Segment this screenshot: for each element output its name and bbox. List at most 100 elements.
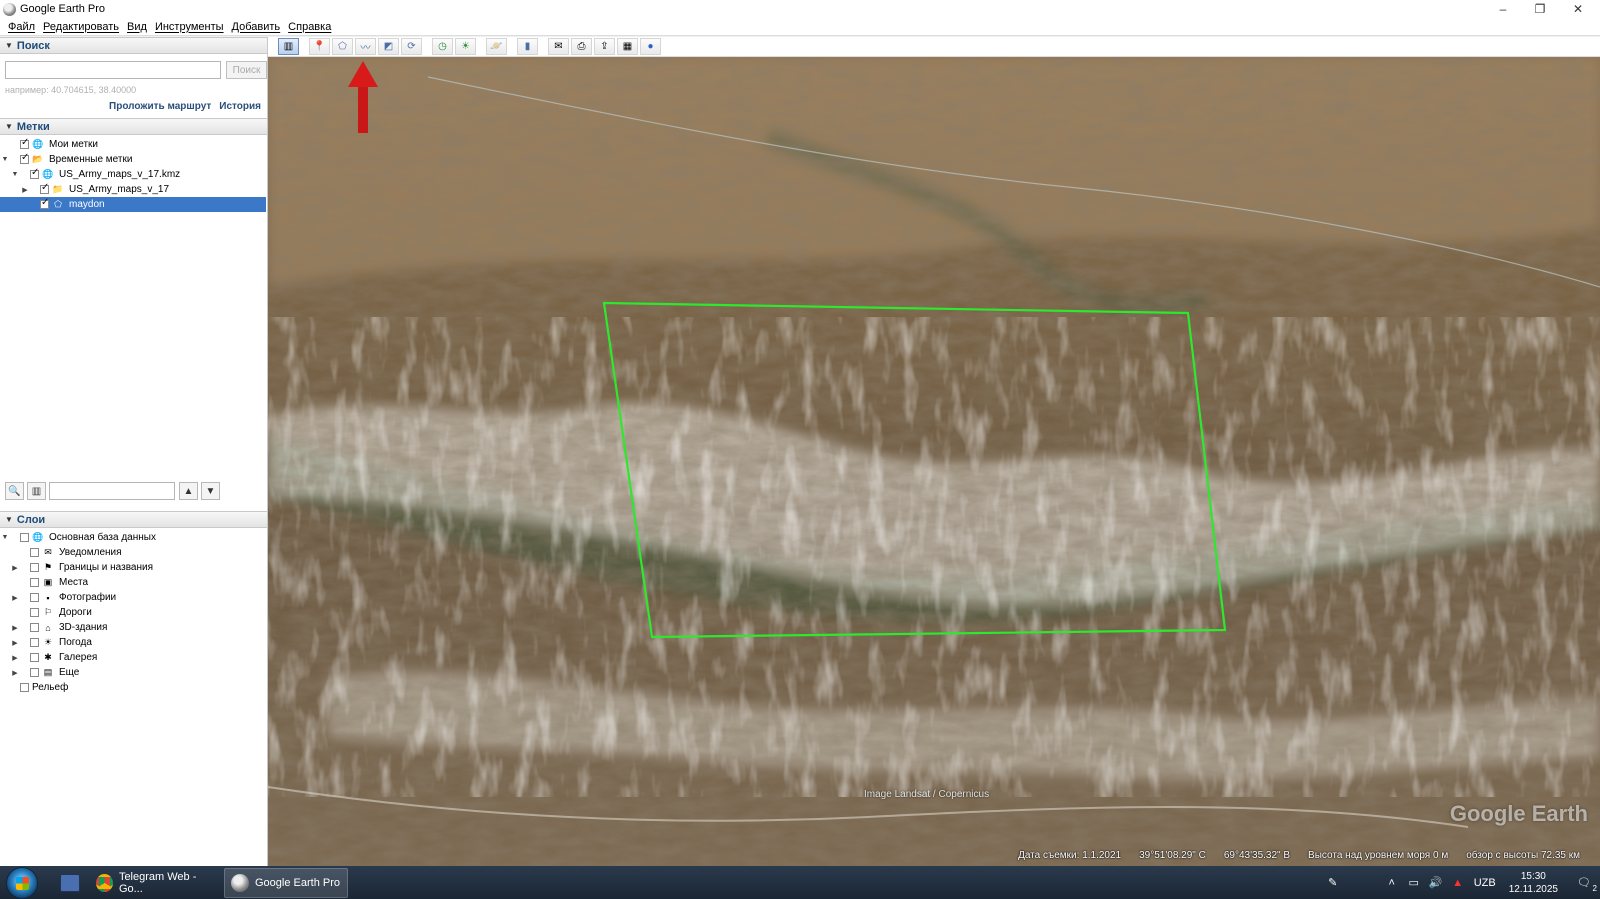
- placemark-button[interactable]: 📍: [309, 38, 330, 55]
- tree-item-kmz[interactable]: ▼ 🌐 US_Army_maps_v_17.kmz: [10, 167, 181, 182]
- checkbox[interactable]: [30, 668, 39, 677]
- save-image-button[interactable]: ⇪: [594, 38, 615, 55]
- ruler-button[interactable]: ▮: [517, 38, 538, 55]
- expand-icon[interactable]: ▶: [10, 639, 20, 647]
- route-link[interactable]: Проложить маршрут: [109, 101, 211, 112]
- taskbar-app-google-earth[interactable]: Google Earth Pro: [224, 867, 348, 898]
- clock-time: 15:30: [1520, 870, 1546, 882]
- checkbox[interactable]: [20, 152, 29, 164]
- network-icon[interactable]: ▭: [1406, 876, 1422, 889]
- checkbox[interactable]: [30, 578, 39, 587]
- checkbox[interactable]: [40, 197, 49, 209]
- checkbox[interactable]: [30, 638, 39, 647]
- file-manager-button[interactable]: [54, 868, 86, 898]
- layers-panel-header[interactable]: ▼ Слои: [0, 511, 267, 528]
- layer-primary-database[interactable]: ▼ 🌐 Основная база данных: [0, 530, 156, 545]
- checkbox[interactable]: [20, 683, 29, 692]
- checkbox[interactable]: [40, 182, 49, 194]
- menu-edit[interactable]: Редактировать: [39, 21, 123, 33]
- expand-icon[interactable]: ▶: [10, 564, 20, 572]
- polygon-icon: ⬠: [54, 199, 62, 209]
- restore-button[interactable]: ❐: [1522, 0, 1558, 18]
- layer-roads[interactable]: ⚐ Дороги: [10, 605, 92, 620]
- checkbox[interactable]: [20, 137, 29, 149]
- layer-terrain[interactable]: Рельеф: [10, 680, 68, 695]
- layer-weather[interactable]: ▶ ☀ Погода: [10, 635, 92, 650]
- search-input[interactable]: [5, 61, 221, 79]
- clock[interactable]: 15:30 12.11.2025: [1509, 870, 1558, 896]
- search-icon[interactable]: 🔍: [5, 482, 24, 500]
- expand-icon[interactable]: ▶: [10, 594, 20, 602]
- chevron-up-icon[interactable]: ˄: [1384, 877, 1400, 889]
- layer-places[interactable]: ▣ Места: [10, 575, 88, 590]
- map-status-bar: Дата съемки: 1.1.2021 39°51'08.29" С 69°…: [268, 845, 1600, 865]
- panel-toggle-icon[interactable]: ▥: [27, 482, 46, 500]
- checkbox[interactable]: [30, 593, 39, 602]
- expand-icon[interactable]: ▶: [10, 669, 20, 677]
- expand-icon[interactable]: ▼: [0, 156, 10, 163]
- search-panel-header[interactable]: ▼ Поиск: [0, 37, 267, 54]
- sunlight-button[interactable]: ☀: [455, 38, 476, 55]
- polygon-button[interactable]: ⬠: [332, 38, 353, 55]
- notifications-icon[interactable]: 🗨 2: [1571, 876, 1597, 893]
- menu-add[interactable]: Добавить: [228, 21, 285, 33]
- arrow-down-icon[interactable]: ▼: [201, 482, 220, 500]
- checkbox[interactable]: [20, 533, 29, 542]
- history-link[interactable]: История: [219, 101, 261, 112]
- checkbox[interactable]: [30, 548, 39, 557]
- expand-icon[interactable]: ▼: [0, 534, 10, 541]
- google-earth-watermark: Google Earth: [1449, 801, 1588, 826]
- satellite-imagery[interactable]: [268, 57, 1600, 866]
- menu-view[interactable]: Вид: [123, 21, 151, 33]
- minimize-button[interactable]: –: [1485, 0, 1521, 18]
- start-button[interactable]: [6, 866, 38, 899]
- earth-button[interactable]: ●: [640, 38, 661, 55]
- tree-item-maydon[interactable]: ⬠ maydon: [0, 197, 266, 212]
- tree-item-temp-places[interactable]: ▼ 📂 Временные метки: [0, 152, 133, 167]
- path-button[interactable]: 〰: [355, 38, 376, 55]
- language-indicator[interactable]: UZB: [1472, 877, 1498, 889]
- layer-gallery[interactable]: ▶ ✱ Галерея: [10, 650, 97, 665]
- menu-help[interactable]: Справка: [284, 21, 335, 33]
- checkbox[interactable]: [30, 167, 39, 179]
- layer-borders[interactable]: ▶ ⚑ Границы и названия: [10, 560, 153, 575]
- expand-icon[interactable]: ▶: [10, 654, 20, 662]
- layer-label: Дороги: [59, 607, 92, 618]
- layer-photos[interactable]: ▶ ▪ Фотографии: [10, 590, 116, 605]
- volume-icon[interactable]: 🔊: [1428, 876, 1444, 889]
- menu-file[interactable]: Файл: [4, 21, 39, 33]
- warning-icon[interactable]: ▲: [1450, 877, 1466, 889]
- map-view[interactable]: Image Landsat / Copernicus Google Earth …: [268, 57, 1600, 866]
- checkbox[interactable]: [30, 623, 39, 632]
- checkbox[interactable]: [30, 653, 39, 662]
- pen-icon[interactable]: ✎: [1325, 876, 1341, 889]
- planets-button[interactable]: 🪐: [486, 38, 507, 55]
- sidebar-toggle-button[interactable]: ▥: [278, 38, 299, 55]
- expand-icon[interactable]: ▶: [10, 624, 20, 632]
- checkbox[interactable]: [30, 608, 39, 617]
- tree-item-my-places[interactable]: 🌐 Мои метки: [10, 137, 98, 152]
- search-button[interactable]: Поиск: [226, 61, 267, 79]
- places-filter-input[interactable]: [49, 482, 175, 500]
- historical-imagery-button[interactable]: ◷: [432, 38, 453, 55]
- menu-tools[interactable]: Инструменты: [151, 21, 228, 33]
- layer-more[interactable]: ▶ ▤ Еще: [10, 665, 79, 680]
- expand-icon[interactable]: ▶: [20, 186, 30, 194]
- record-tour-button[interactable]: ⟳: [401, 38, 422, 55]
- close-button[interactable]: ✕: [1560, 0, 1596, 18]
- photo-icon: ▪: [46, 592, 50, 603]
- print-button[interactable]: ⎙: [571, 38, 592, 55]
- taskbar-app-telegram[interactable]: Telegram Web - Go...: [90, 868, 220, 898]
- places-panel-header[interactable]: ▼ Метки: [0, 118, 267, 135]
- expand-icon[interactable]: ▼: [10, 171, 20, 178]
- layer-3d-buildings[interactable]: ▶ ⌂ 3D-здания: [10, 620, 107, 635]
- arrow-up-icon[interactable]: ▲: [179, 482, 198, 500]
- tree-item-folder[interactable]: ▶ 📁 US_Army_maps_v_17: [20, 182, 169, 197]
- layer-notifications[interactable]: ✉ Уведомления: [10, 545, 122, 560]
- email-button[interactable]: ✉: [548, 38, 569, 55]
- layer-label: Места: [59, 577, 89, 588]
- layer-label: 3D-здания: [59, 622, 108, 633]
- checkbox[interactable]: [30, 563, 39, 572]
- movie-maker-button[interactable]: ▦: [617, 38, 638, 55]
- image-overlay-button[interactable]: ◩: [378, 38, 399, 55]
